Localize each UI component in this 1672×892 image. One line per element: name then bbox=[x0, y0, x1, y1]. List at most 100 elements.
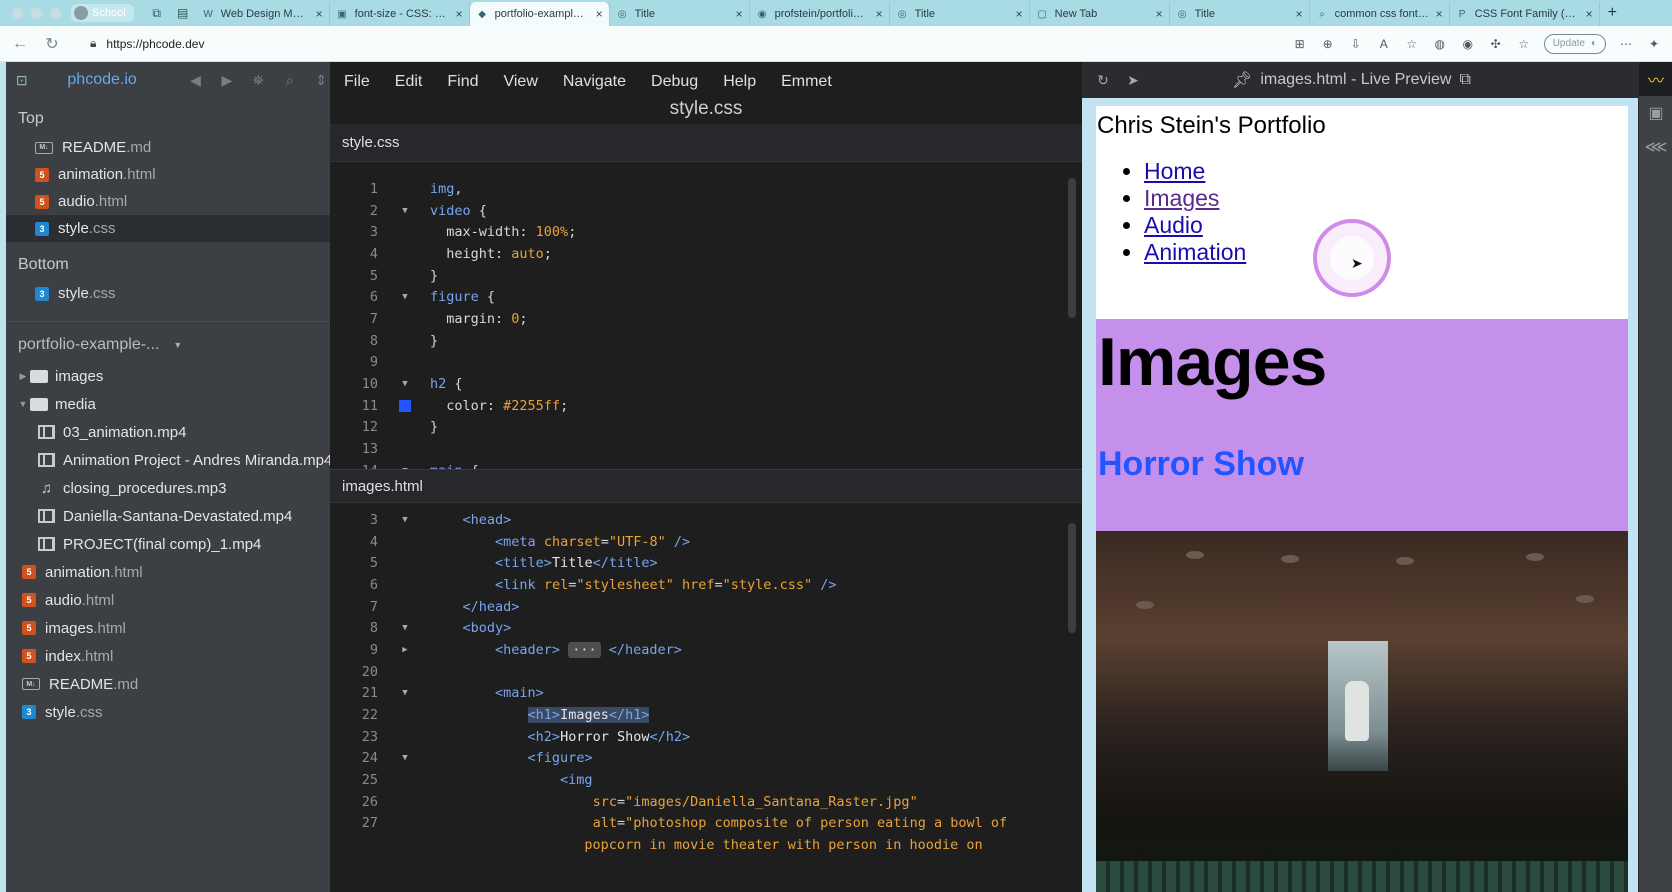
browser-tab[interactable]: ◎ Title × bbox=[1170, 2, 1310, 26]
fold-arrow-icon[interactable]: ▼ bbox=[380, 292, 430, 302]
tree-file[interactable]: M↓ README .md bbox=[0, 670, 330, 698]
live-preview-icon[interactable]: 〰 bbox=[1639, 62, 1672, 96]
nav-link[interactable]: Audio bbox=[1144, 212, 1203, 238]
css-code-pane[interactable]: 1 img, 2 ▼ video { 3 max-width: 100%; 4 hei… bbox=[330, 162, 1082, 469]
menu-item[interactable]: Edit bbox=[395, 73, 423, 91]
tree-file[interactable]: Animation Project - Andres Miranda.mp4 bbox=[0, 446, 330, 474]
working-file-item[interactable]: 3 style .css bbox=[0, 280, 330, 307]
nav-link[interactable]: Home bbox=[1144, 158, 1205, 184]
scrollbar[interactable] bbox=[1068, 523, 1076, 633]
color-swatch[interactable] bbox=[399, 399, 411, 412]
fold-arrow-icon[interactable]: ▼ bbox=[380, 623, 430, 633]
close-tab-icon[interactable]: × bbox=[736, 7, 743, 21]
menu-item[interactable]: Debug bbox=[651, 73, 698, 91]
inspect-pointer-icon[interactable]: ➤ bbox=[1124, 72, 1142, 89]
working-file-item[interactable]: M↓ README .md bbox=[0, 134, 330, 161]
url-field[interactable]: 🔒︎ https://phcode.dev bbox=[78, 31, 1238, 57]
pin-icon[interactable]: 📌︎ bbox=[1232, 70, 1252, 90]
minimize-window-icon[interactable] bbox=[31, 7, 42, 19]
project-folder-icon[interactable]: ⊡ bbox=[12, 72, 31, 88]
tree-file[interactable]: PROJECT(final comp)_1.mp4 bbox=[0, 530, 330, 558]
reload-icon[interactable]: ↻ bbox=[1094, 72, 1112, 89]
browser-tab[interactable]: ⌕ common css font families × bbox=[1310, 2, 1450, 26]
close-tab-icon[interactable]: × bbox=[1586, 7, 1593, 21]
tree-file[interactable]: 5 images .html bbox=[0, 614, 330, 642]
close-tab-icon[interactable]: × bbox=[596, 7, 603, 21]
twisty-icon[interactable]: ▶ bbox=[16, 371, 30, 382]
scrollbar[interactable] bbox=[1068, 178, 1076, 318]
tree-folder[interactable]: ▼ media bbox=[0, 390, 330, 418]
nav-link[interactable]: Images bbox=[1144, 185, 1219, 211]
back-icon[interactable]: ← bbox=[8, 32, 32, 56]
close-tab-icon[interactable]: × bbox=[316, 7, 323, 21]
close-tab-icon[interactable]: × bbox=[876, 7, 883, 21]
close-tab-icon[interactable]: × bbox=[456, 7, 463, 21]
browser-tab[interactable]: ◆ portfolio-example-main × bbox=[469, 2, 610, 26]
extension-blue-icon[interactable]: ◉ bbox=[1460, 36, 1476, 52]
favorite-star-icon[interactable]: ☆ bbox=[1404, 36, 1420, 52]
brand-link[interactable]: phcode.io bbox=[67, 71, 136, 89]
fold-arrow-icon[interactable]: ▼ bbox=[380, 379, 430, 389]
top-pane-header[interactable]: style.css bbox=[330, 124, 1082, 162]
install-icon[interactable]: ⇩ bbox=[1348, 36, 1364, 52]
extension-color-icon[interactable]: ◍ bbox=[1432, 36, 1448, 52]
share-icon[interactable]: ⋘ bbox=[1639, 130, 1672, 164]
expand-arrow-icon[interactable]: ▶ bbox=[380, 645, 430, 655]
close-tab-icon[interactable]: × bbox=[1296, 7, 1303, 21]
update-button[interactable]: Update ◐ bbox=[1543, 33, 1606, 54]
new-tab-button[interactable]: + bbox=[1608, 4, 1617, 22]
nav-forward-icon[interactable]: ▶ bbox=[218, 72, 235, 89]
extensions-puzzle-icon[interactable]: ✣ bbox=[1488, 36, 1504, 52]
browser-tab[interactable]: ▣ font-size - CSS: Cascading × bbox=[330, 2, 470, 26]
app-available-icon[interactable]: ⊞ bbox=[1292, 36, 1308, 52]
fold-arrow-icon[interactable]: ▼ bbox=[380, 753, 430, 763]
browser-tab[interactable]: W Web Design Module × bbox=[196, 2, 330, 26]
working-file-item[interactable]: 3 style .css bbox=[0, 215, 330, 242]
profile-button[interactable]: School bbox=[71, 4, 134, 22]
maximize-window-icon[interactable] bbox=[50, 7, 61, 19]
working-file-item[interactable]: 5 audio .html bbox=[0, 188, 330, 215]
close-window-icon[interactable] bbox=[12, 7, 23, 19]
tree-file[interactable]: ♫ closing_procedures.mp3 bbox=[0, 474, 330, 502]
browser-tab[interactable]: ▢ New Tab × bbox=[1030, 2, 1170, 26]
read-aloud-icon[interactable]: A bbox=[1376, 36, 1392, 52]
fold-arrow-icon[interactable]: ▼ bbox=[380, 206, 430, 216]
browser-tab[interactable]: P CSS Font Family (With Examples) × bbox=[1450, 2, 1600, 26]
browser-tab[interactable]: ◎ Title × bbox=[890, 2, 1030, 26]
menu-item[interactable]: Navigate bbox=[563, 73, 626, 91]
copilot-icon[interactable]: ✦ bbox=[1646, 36, 1662, 52]
nav-link[interactable]: Animation bbox=[1144, 239, 1246, 265]
open-external-icon[interactable]: ⧉ bbox=[1459, 71, 1470, 89]
nav-back-icon[interactable]: ◀ bbox=[187, 72, 204, 89]
working-file-item[interactable]: 5 animation .html bbox=[0, 161, 330, 188]
tree-file[interactable]: 3 style .css bbox=[0, 698, 330, 726]
find-in-files-icon[interactable]: ⛯ bbox=[250, 72, 267, 89]
zoom-icon[interactable]: ⊕ bbox=[1320, 36, 1336, 52]
bottom-pane-header[interactable]: images.html bbox=[330, 469, 1082, 503]
project-dropdown[interactable]: portfolio-example-... ▼ bbox=[0, 328, 330, 362]
fold-arrow-icon[interactable]: ▼ bbox=[380, 466, 430, 469]
menu-item[interactable]: Help bbox=[723, 73, 756, 91]
tree-file[interactable]: 5 audio .html bbox=[0, 586, 330, 614]
close-tab-icon[interactable]: × bbox=[1436, 7, 1443, 21]
browser-tab[interactable]: ◎ Title × bbox=[610, 2, 750, 26]
tree-folder[interactable]: ▶ images bbox=[0, 362, 330, 390]
tree-file[interactable]: Daniella-Santana-Devastated.mp4 bbox=[0, 502, 330, 530]
close-tab-icon[interactable]: × bbox=[1156, 7, 1163, 21]
menu-item[interactable]: File bbox=[344, 73, 370, 91]
favorites-icon[interactable]: ☆ bbox=[1516, 36, 1532, 52]
menu-item[interactable]: View bbox=[503, 73, 537, 91]
refresh-icon[interactable]: ↻ bbox=[40, 32, 64, 56]
tree-file[interactable]: 5 index .html bbox=[0, 642, 330, 670]
tree-file[interactable]: 5 animation .html bbox=[0, 558, 330, 586]
fold-arrow-icon[interactable]: ▼ bbox=[380, 515, 430, 525]
twisty-icon[interactable]: ▼ bbox=[16, 399, 30, 409]
menu-item[interactable]: Emmet bbox=[781, 73, 832, 91]
tab-actions-icon[interactable]: ▤ bbox=[175, 5, 191, 21]
close-tab-icon[interactable]: × bbox=[1016, 7, 1023, 21]
html-code-pane[interactable]: 3 ▼ <head> 4 <meta charset = "UTF-8" /> 5 <… bbox=[330, 503, 1082, 863]
workspaces-icon[interactable]: ⧉ bbox=[149, 5, 165, 21]
more-menu-icon[interactable]: ⋯ bbox=[1618, 36, 1634, 52]
search-icon[interactable]: ⌕ bbox=[281, 72, 298, 89]
fold-arrow-icon[interactable]: ▼ bbox=[380, 688, 430, 698]
